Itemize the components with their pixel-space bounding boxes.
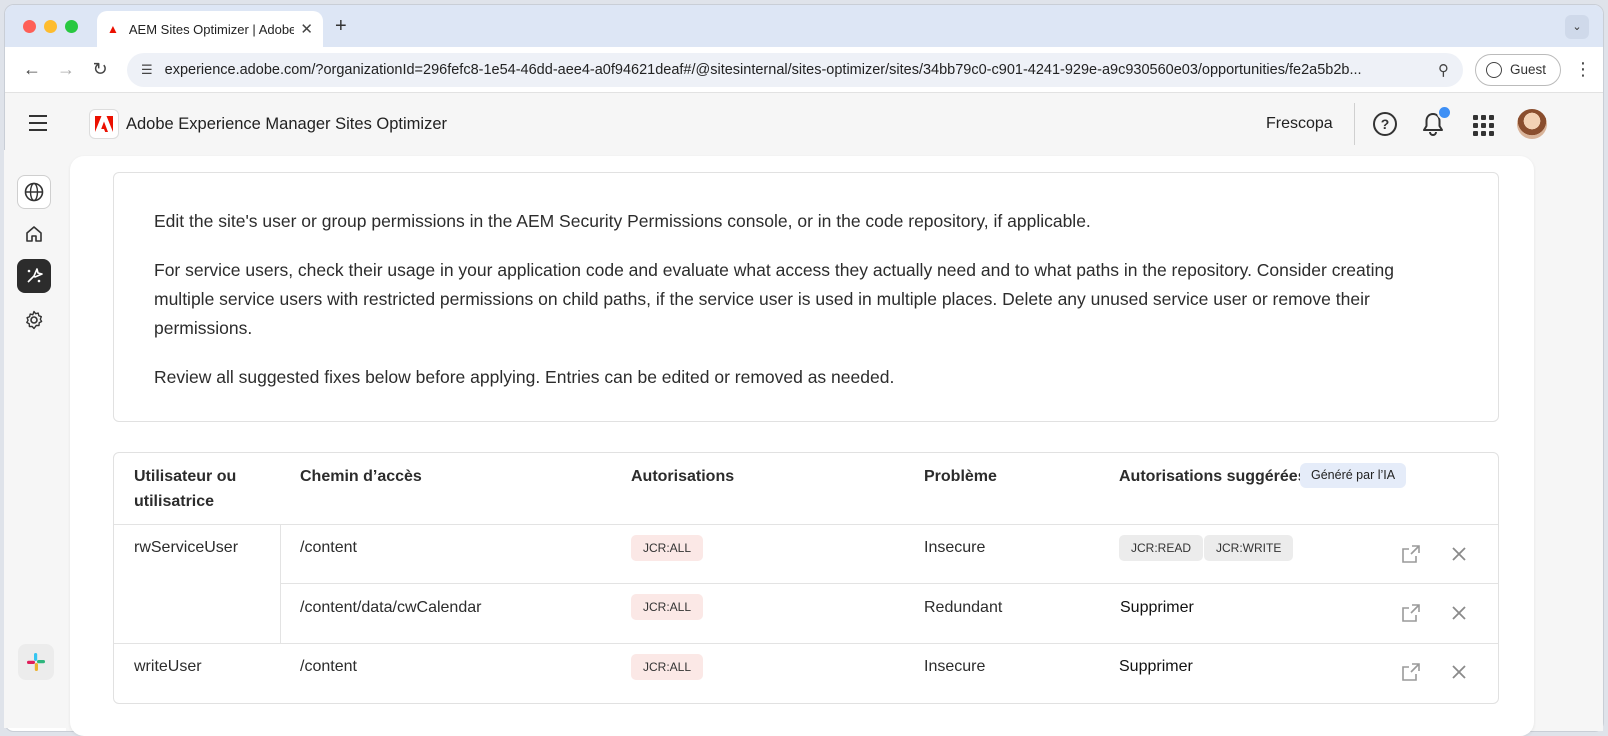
tab-title: AEM Sites Optimizer | Adobe Experience M… [128,21,295,37]
browser-tab[interactable]: ▲ AEM Sites Optimizer | Adobe Experience… [97,11,323,47]
menu-icon[interactable] [29,115,47,136]
address-bar[interactable]: ☰ experience.adobe.com/?organizationId=2… [127,52,1463,87]
remove-icon[interactable] [1448,602,1470,624]
row-divider [114,524,1498,525]
permission-tag: JCR:ALL [631,535,704,561]
adobe-icon: ▲ [107,22,119,36]
tab-search-icon[interactable]: ⌄ [1565,15,1589,39]
globe-icon[interactable] [17,175,51,209]
minimize-window-button[interactable] [44,20,57,33]
guidance-panel: Edit the site's user or group permission… [113,172,1499,422]
window-controls [23,20,78,33]
guidance-text-1: Edit the site's user or group permission… [154,211,1091,231]
cell-user: writeUser [134,658,202,675]
forward-icon[interactable]: → [49,59,83,80]
cell-suggested: Supprimer [1119,658,1193,675]
new-tab-icon[interactable]: + [335,15,347,38]
column-header-permissions: Autorisations [631,468,735,485]
home-icon[interactable] [17,217,51,251]
browser-toolbar: ← → ↻ ☰ experience.adobe.com/?organizati… [5,47,1603,93]
open-external-icon[interactable] [1400,602,1422,624]
open-external-icon[interactable] [1400,661,1422,683]
url-text: experience.adobe.com/?organizationId=296… [164,61,1362,78]
reload-icon[interactable]: ↻ [83,59,117,80]
profile-button[interactable]: Guest [1474,53,1561,86]
apps-grid-icon[interactable] [1473,115,1494,136]
cell-issue: Redundant [924,599,1003,616]
notification-badge [1437,105,1452,120]
tab-bar: ▲ AEM Sites Optimizer | Adobe Experience… [5,5,1603,47]
ai-generated-badge: Généré par l’IA [1300,463,1407,488]
close-window-button[interactable] [23,20,36,33]
profile-label: Guest [1509,62,1546,77]
org-switcher[interactable]: Frescopa [1266,115,1333,133]
permissions-table: Utilisateur ou utilisatrice Chemin d’acc… [113,452,1499,704]
column-header-path: Chemin d’accès [300,468,422,485]
open-external-icon[interactable] [1400,543,1422,565]
app-header: Adobe Experience Manager Sites Optimizer… [5,93,1603,155]
settings-icon[interactable] [17,303,51,337]
remove-icon[interactable] [1448,661,1470,683]
cell-suggested: Supprimer [1120,599,1194,616]
guidance-text-3: Review all suggested fixes below before … [154,367,895,387]
remove-icon[interactable] [1448,543,1470,565]
cell-user: rwServiceUser [134,539,239,556]
close-tab-icon[interactable]: ✕ [300,20,313,38]
cell-issue: Insecure [924,539,986,556]
browser-menu-icon[interactable]: ⋮ [1573,59,1593,80]
back-icon[interactable]: ← [15,59,49,80]
cell-path: /content/data/cwCalendar [300,599,482,616]
column-header-suggested: Autorisations suggérées [1119,468,1307,485]
permission-tag: JCR:ALL [631,654,704,680]
app-title: Adobe Experience Manager Sites Optimizer [126,115,447,133]
column-header-issue: Problème [924,468,997,485]
cell-path: /content [300,539,357,556]
maximize-window-button[interactable] [65,20,78,33]
opportunities-icon[interactable] [17,259,51,293]
site-settings-icon[interactable]: ☰ [141,62,153,78]
cell-path: /content [300,658,357,675]
column-header-user: Utilisateur ou utilisatrice [134,468,237,510]
zoom-icon[interactable]: ⚲ [1438,61,1449,79]
suggested-permission-tag[interactable]: JCR:WRITE [1204,535,1294,561]
guidance-text-2: For service users, check their usage in … [154,260,1394,338]
avatar[interactable] [1517,109,1547,139]
header-divider [1354,103,1355,145]
profile-icon [1485,61,1502,78]
row-divider [280,583,1498,584]
suggested-permission-tag[interactable]: JCR:READ [1119,535,1204,561]
adobe-logo [89,109,119,139]
group-divider [280,525,281,643]
cell-issue: Insecure [924,658,986,675]
row-divider [114,643,1498,644]
left-rail [4,150,66,728]
help-icon[interactable]: ? [1373,112,1397,136]
slack-icon[interactable] [18,644,54,680]
permission-tag: JCR:ALL [631,594,704,620]
